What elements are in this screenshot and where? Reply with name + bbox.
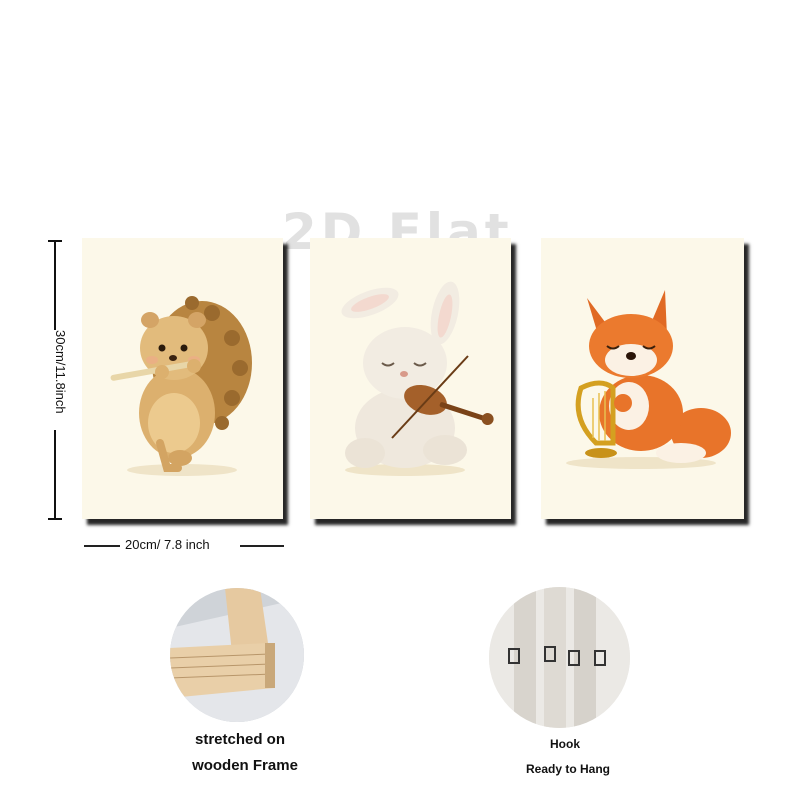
frame-caption-line2: wooden Frame [192,757,298,774]
width-dimension-line-left [84,545,120,547]
width-label: 20cm/ 7.8 inch [125,537,210,552]
wooden-frame-photo [170,588,304,722]
width-dimension-line-right [240,545,284,547]
height-label: 30cm/11.8inch [53,330,68,414]
fox-illustration [566,290,731,469]
hedgehog-illustration [110,296,252,476]
hook-caption-line2: Ready to Hang [525,762,610,776]
height-dimension-cap-bottom [48,518,62,520]
hook-caption-line1: Hook [550,737,580,751]
painting-fox [541,238,744,519]
hook-photo [489,587,630,728]
bunny-illustration [341,281,494,476]
painting-bunny [310,238,511,519]
painting-hedgehog [82,238,283,519]
height-dimension-cap-top [48,240,62,242]
frame-caption-line1: stretched on [194,731,285,748]
